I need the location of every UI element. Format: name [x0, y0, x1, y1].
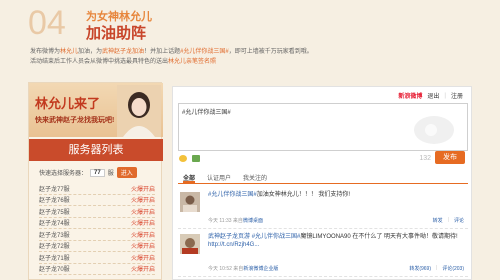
- enter-server-button[interactable]: 进入: [116, 167, 137, 178]
- tab-verified[interactable]: 认证用户: [207, 173, 231, 183]
- feed-meta: 今天 11:33 来自微博桌面: [208, 218, 263, 224]
- header-number: 04: [28, 4, 66, 42]
- post-toolbar: [179, 155, 200, 162]
- server-row[interactable]: 赵子龙72服 火爆开启: [39, 241, 155, 252]
- server-list-header: 服务器列表: [29, 139, 163, 161]
- weibo-watermark-icon: [414, 116, 454, 144]
- comment-link[interactable]: 评论: [454, 217, 464, 224]
- feed-list: #允儿伴你战三国#加油女神林允儿！！！ 我们支持你! 今天 11:33 来自微博…: [178, 189, 468, 279]
- quick-select: 快速选择服务器： 77 服 进入: [39, 167, 137, 178]
- server-row[interactable]: 赵子龙76服 火爆开启: [39, 195, 155, 206]
- char-count: 132: [419, 155, 431, 162]
- server-row[interactable]: 赵子龙71服 火爆开启: [39, 252, 155, 264]
- server-list: 赵子龙77服 火爆开启 赵子龙76服 火爆开启 赵子龙75服 火爆开启 赵子龙74服火…: [39, 183, 155, 275]
- feed-author[interactable]: 武神赵子龙页游: [208, 234, 250, 240]
- weibo-topbar: 新浪微博 退出 | 注册: [398, 91, 463, 101]
- logout-link[interactable]: 退出: [427, 91, 439, 100]
- image-icon[interactable]: [192, 155, 200, 162]
- emoji-icon[interactable]: [179, 155, 187, 162]
- repost-link[interactable]: 转发(969): [409, 265, 431, 272]
- avatar[interactable]: [180, 234, 200, 254]
- feed-tabs: 全部 认证用户 我关注的: [178, 173, 468, 184]
- post-button[interactable]: 发布: [435, 151, 465, 164]
- avatar[interactable]: [180, 192, 200, 212]
- server-row[interactable]: 赵子龙75服 火爆开启: [39, 206, 155, 218]
- intro-text: 发布微博为林允儿加油，为武神赵子龙加油！并加上话题#允儿伴你战三国#，即可上墙被…: [30, 49, 313, 65]
- server-row[interactable]: 赵子龙73服 火爆开启: [39, 229, 155, 241]
- feed-actions: 转发(969) | 评论(203): [409, 265, 464, 272]
- tab-all[interactable]: 全部: [183, 173, 196, 183]
- tab-following[interactable]: 我关注的: [243, 173, 267, 183]
- portrait-image: [117, 85, 161, 137]
- post-textarea[interactable]: #允儿伴你战三国#: [178, 103, 468, 151]
- feed-url[interactable]: http://t.cn/Rzjh4G...: [208, 242, 259, 248]
- server-panel: 林允儿来了 快来武神赵子龙找我玩吧! 服务器列表 快速选择服务器： 77 服 进…: [28, 82, 163, 280]
- register-link[interactable]: 注册: [451, 91, 463, 100]
- header-subtitle: 加油助阵: [86, 25, 147, 42]
- feed-actions: 转发 | 评论: [432, 217, 464, 224]
- feed-text: #允儿伴你战三国#加油女神林允儿！！！ 我们支持你!: [208, 192, 351, 198]
- feed-item: #允儿伴你战三国#加油女神林允儿！！！ 我们支持你! 今天 11:33 来自微博…: [178, 189, 468, 229]
- feed-text: 武神赵子龙页游 #允儿伴你战三国#魔镜LIMYOONA90 在不什么了 明天有大…: [208, 234, 458, 248]
- feed-item: 武神赵子龙页游 #允儿伴你战三国#魔镜LIMYOONA90 在不什么了 明天有大…: [178, 231, 468, 277]
- banner-title: 林允儿来了: [35, 96, 101, 111]
- weibo-logo[interactable]: 新浪微博: [398, 91, 422, 100]
- comment-link[interactable]: 评论(203): [442, 265, 464, 272]
- server-row[interactable]: 赵子龙70服 火爆开启: [39, 264, 155, 275]
- promo-banner[interactable]: 林允儿来了 快来武神赵子龙找我玩吧!: [29, 83, 163, 137]
- feed-meta: 今天 10:52 来自新浪微博企业版: [208, 266, 279, 272]
- repost-link[interactable]: 转发: [433, 217, 443, 224]
- server-row[interactable]: 赵子龙77服 火爆开启: [39, 183, 155, 195]
- server-row[interactable]: 赵子龙74服 火爆开启: [39, 218, 155, 229]
- weibo-widget: 新浪微博 退出 | 注册 #允儿伴你战三国# 132 发布 全部 认证用户 我关…: [172, 86, 472, 280]
- banner-tagline: 快来武神赵子龙找我玩吧!: [35, 117, 115, 124]
- server-number-input[interactable]: 77: [90, 168, 105, 177]
